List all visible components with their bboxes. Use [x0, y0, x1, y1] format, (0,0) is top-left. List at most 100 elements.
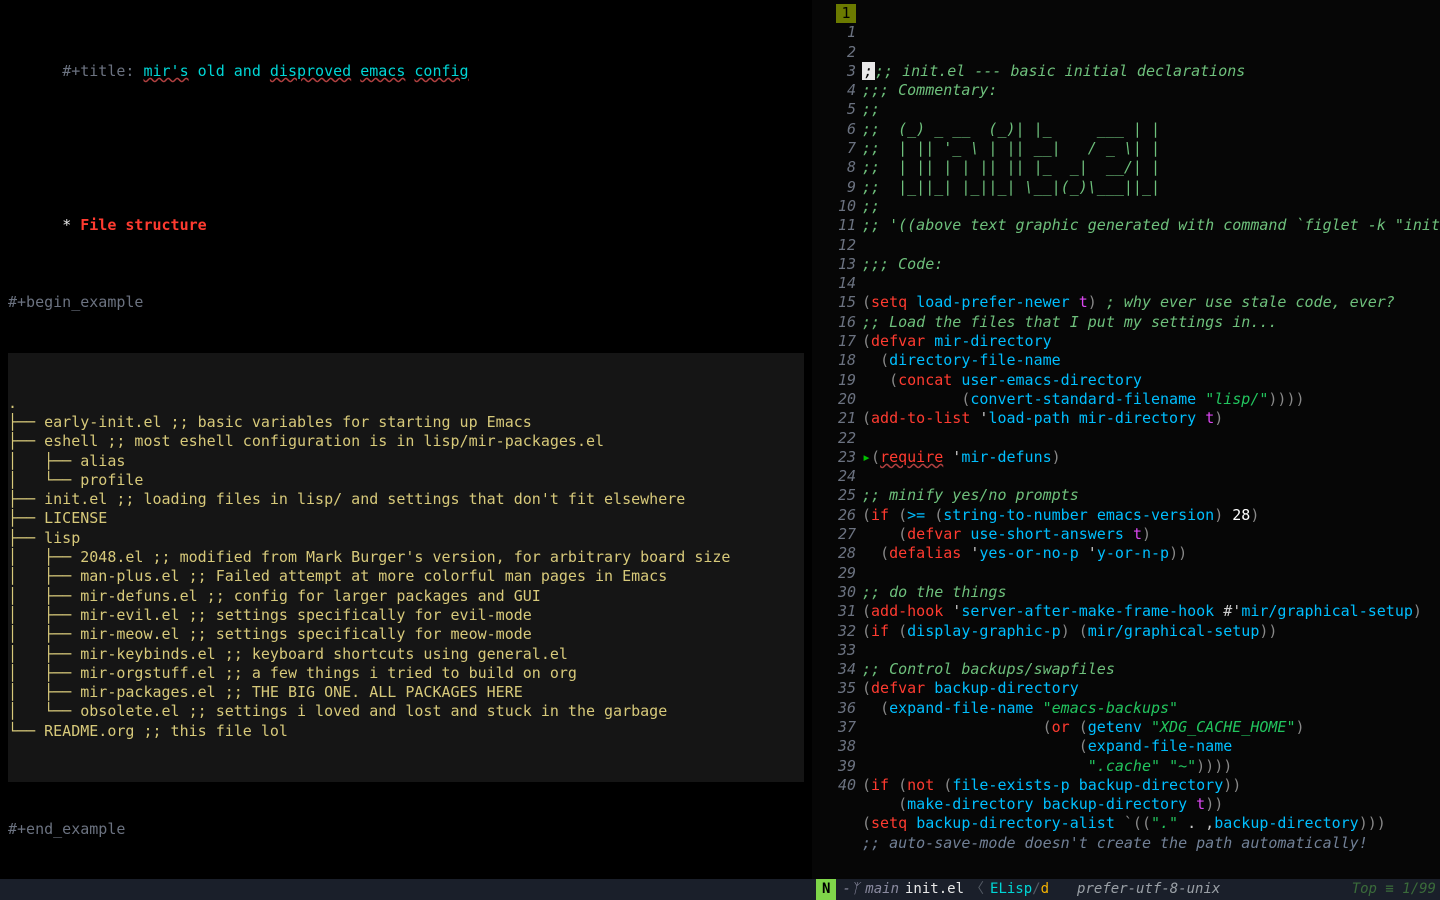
major-mode: ELisp — [990, 881, 1032, 897]
code-line[interactable]: ;; minify yes/no prompts — [862, 486, 1434, 505]
code-line[interactable]: ;;; Code: — [862, 255, 1434, 274]
code-line[interactable]: ;; Control backups/swapfiles — [862, 660, 1434, 679]
line-number: 33 — [812, 641, 856, 660]
tree-line: └── README.org ;; this file lol — [8, 722, 804, 741]
modeline: N -ᛉ main init.el 〈 ELisp/d prefer-utf-8… — [0, 879, 1440, 900]
code-line[interactable]: (if (not (file-exists-p backup-directory… — [862, 776, 1434, 795]
tree-line: ├── init.el ;; loading files in lisp/ an… — [8, 490, 804, 509]
code-line[interactable]: (or (getenv "XDG_CACHE_HOME") — [862, 718, 1434, 737]
code-line[interactable]: (concat user-emacs-directory — [862, 371, 1434, 390]
tree-line: ├── lisp — [8, 529, 804, 548]
line-number: 34 — [812, 660, 856, 679]
org-title-line: #+title: mir's old and disproved emacs c… — [8, 43, 804, 101]
tree-line: ├── eshell ;; most eshell configuration … — [8, 432, 804, 451]
line-number: 39 — [812, 757, 856, 776]
tree-line: ├── LICENSE — [8, 509, 804, 528]
line-number: 1 — [812, 4, 856, 23]
code-line[interactable]: ;; | || '_ \ | || __| / _ \| | — [862, 139, 1434, 158]
title-word: config — [414, 62, 468, 80]
code-line[interactable]: ;; '((above text graphic generated with … — [862, 216, 1434, 235]
separator-icon: 〈 — [970, 879, 984, 900]
evil-state-indicator: N — [816, 879, 836, 900]
line-number: 27 — [812, 525, 856, 544]
line-number: 35 — [812, 679, 856, 698]
end-example: #+end_example — [8, 820, 804, 839]
tree-line: │ ├── mir-keybinds.el ;; keyboard shortc… — [8, 645, 804, 664]
code-line[interactable]: (defvar backup-directory — [862, 679, 1434, 698]
title-word: mir's — [143, 62, 188, 80]
position-indicator: Top ≡ 1/99 — [1352, 879, 1436, 900]
mode-flag: d — [1041, 881, 1049, 897]
line-number: 28 — [812, 544, 856, 563]
code-line[interactable] — [862, 564, 1434, 583]
org-heading: * File structure — [8, 197, 804, 255]
modeline-left — [0, 879, 812, 900]
code-line[interactable]: (directory-file-name — [862, 351, 1434, 370]
line-number: 22 — [812, 429, 856, 448]
code-line[interactable]: (make-directory backup-directory t)) — [862, 795, 1434, 814]
line-number: 14 — [812, 274, 856, 293]
code-line[interactable]: ;;; Commentary: — [862, 81, 1434, 100]
git-branch-icon: -ᛉ — [842, 879, 859, 900]
title-word: disproved — [270, 62, 351, 80]
tree-line: │ ├── mir-orgstuff.el ;; a few things i … — [8, 664, 804, 683]
code-line[interactable]: (expand-file-name — [862, 737, 1434, 756]
code-line[interactable]: (expand-file-name "emacs-backups" — [862, 699, 1434, 718]
tree-line: │ ├── mir-meow.el ;; settings specifical… — [8, 625, 804, 644]
code-line[interactable]: (setq load-prefer-newer t) ; why ever us… — [862, 293, 1434, 312]
tree-line: ├── early-init.el ;; basic variables for… — [8, 413, 804, 432]
code-line[interactable]: (defvar use-short-answers t) — [862, 525, 1434, 544]
line-number: 29 — [812, 564, 856, 583]
code-line[interactable]: ;; |_||_| |_||_| \__|(_)\___||_| — [862, 178, 1434, 197]
code-line[interactable] — [862, 641, 1434, 660]
title-word: old — [198, 62, 225, 80]
code-line[interactable]: (defalias 'yes-or-no-p 'y-or-n-p)) — [862, 544, 1434, 563]
code-line[interactable]: (add-to-list 'load-path mir-directory t) — [862, 409, 1434, 428]
line-number: 3 — [812, 62, 856, 81]
file-tree-block: .├── early-init.el ;; basic variables fo… — [8, 353, 804, 782]
code-line[interactable]: ".cache" "~")))) — [862, 757, 1434, 776]
modeline-right: N -ᛉ main init.el 〈 ELisp/d prefer-utf-8… — [812, 879, 1440, 900]
left-pane-readme[interactable]: #+title: mir's old and disproved emacs c… — [0, 0, 812, 879]
git-branch: main — [865, 879, 899, 900]
encoding: prefer-utf-8-unix — [1077, 879, 1220, 900]
line-number: 30 — [812, 583, 856, 602]
line-number: 8 — [812, 158, 856, 177]
code-body[interactable]: ;;; init.el --- basic initial declaratio… — [856, 58, 1440, 857]
code-line[interactable] — [862, 274, 1434, 293]
line-number: 31 — [812, 602, 856, 621]
code-line[interactable]: ;; — [862, 100, 1434, 119]
title-word: emacs — [360, 62, 405, 80]
code-line[interactable] — [862, 236, 1434, 255]
line-number: 40 — [812, 776, 856, 795]
code-line[interactable]: ;; auto-save-mode doesn't create the pat… — [862, 834, 1434, 853]
begin-example: #+begin_example — [8, 293, 804, 312]
heading-text: File structure — [80, 216, 206, 234]
code-line[interactable]: ;;; init.el --- basic initial declaratio… — [862, 62, 1434, 81]
code-line[interactable]: (defvar mir-directory — [862, 332, 1434, 351]
code-line[interactable] — [862, 467, 1434, 486]
line-number: 5 — [812, 100, 856, 119]
tree-line: │ ├── alias — [8, 452, 804, 471]
code-line[interactable]: (setq backup-directory-alist `(("." . ,b… — [862, 814, 1434, 833]
code-line[interactable]: ;; — [862, 197, 1434, 216]
code-line[interactable] — [862, 429, 1434, 448]
code-line[interactable]: ;; do the things — [862, 583, 1434, 602]
code-line[interactable]: ;; | || | | || || |_ _| __/| | — [862, 158, 1434, 177]
code-line[interactable]: ;; (_) _ __ (_)| |_ ___ | | — [862, 120, 1434, 139]
line-number: 6 — [812, 120, 856, 139]
code-line[interactable]: (convert-standard-filename "lisp/")))) — [862, 390, 1434, 409]
tree-line: │ ├── mir-evil.el ;; settings specifical… — [8, 606, 804, 625]
line-number: 25 — [812, 486, 856, 505]
code-line[interactable]: (if (display-graphic-p) (mir/graphical-s… — [862, 622, 1434, 641]
code-line[interactable]: ;; Load the files that I put my settings… — [862, 313, 1434, 332]
line-number: 26 — [812, 506, 856, 525]
code-line[interactable]: ▸(require 'mir-defuns) — [862, 448, 1434, 467]
code-line[interactable]: (if (>= (string-to-number emacs-version)… — [862, 506, 1434, 525]
line-number: 10 — [812, 197, 856, 216]
right-pane-code[interactable]: 1123456789101112131415161718192021222324… — [812, 0, 1440, 879]
tree-line: │ └── profile — [8, 471, 804, 490]
code-line[interactable]: (add-hook 'server-after-make-frame-hook … — [862, 602, 1434, 621]
line-number: 23 — [812, 448, 856, 467]
line-number: 7 — [812, 139, 856, 158]
